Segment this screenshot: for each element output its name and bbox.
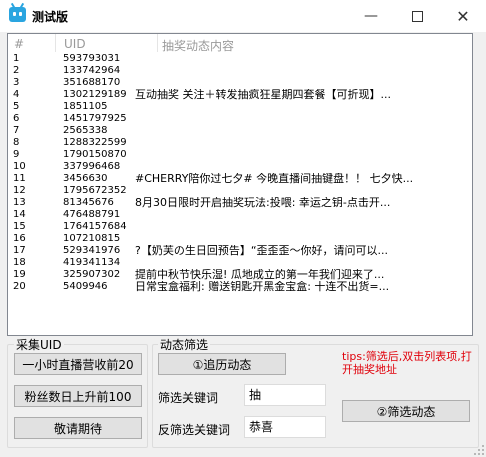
row-uid: 133742964 [63,65,121,76]
list-row[interactable]: 14 476488791 [8,209,472,221]
trace-dynamics-button[interactable]: ①追历动态 [158,353,286,375]
list-header: # UID 抽奖动态内容 [8,34,472,54]
close-icon: ✕ [456,6,470,26]
maximize-button[interactable] [394,0,440,32]
maximize-icon [411,10,423,22]
row-uid: 1288322599 [63,137,127,148]
row-uid: 2565338 [63,125,108,136]
row-index: 4 [13,89,20,100]
row-uid: 476488791 [63,209,121,220]
row-index: 9 [13,149,20,160]
list-row[interactable]: 8 1288322599 [8,137,472,149]
list-row[interactable]: 10 337996468 [8,161,472,173]
row-index: 17 [13,245,26,256]
list-row[interactable]: 12 1795672352 [8,185,472,197]
row-index: 8 [13,137,20,148]
row-index: 6 [13,113,20,124]
row-index: 16 [13,233,26,244]
row-uid: 3456630 [63,173,108,184]
bilibili-app-icon [9,7,26,22]
column-divider[interactable] [55,34,56,52]
list-row[interactable]: 9 1790150870 [8,149,472,161]
row-uid: 1851105 [63,101,108,112]
coming-soon-button[interactable]: 敬请期待 [14,417,142,439]
reverse-keyword-input[interactable]: 恭喜 [244,416,326,438]
minimize-icon: — [364,8,378,24]
row-index: 7 [13,125,20,136]
row-index: 5 [13,101,20,112]
filter-title: 动态筛选 [158,336,211,353]
row-content: 提前中秋节快乐湿! 瓜地成立的第一年我们迎来了... [135,269,385,281]
column-header-uid[interactable]: UID [64,37,86,51]
row-uid: 5409946 [63,281,108,292]
list-row[interactable]: 13 81345676 8月30日限时开启抽奖玩法:投喂: 幸运之钥-点击开... [8,197,472,209]
row-index: 1 [13,53,20,64]
row-content: 日常宝盒福利: 赠送钥匙开黑金宝盒: 十连不出货=... [135,281,390,293]
row-index: 3 [13,77,20,88]
row-content: 8月30日限时开启抽奖玩法:投喂: 幸运之钥-点击开... [135,197,391,209]
row-uid: 81345676 [63,197,114,208]
row-uid: 1302129189 [63,89,127,100]
list-row[interactable]: 11 3456630 #CHERRY陪你过七夕# 今晚直播间抽键盘！！ 七夕快... [8,173,472,185]
reverse-keyword-label: 反筛选关键词 [158,423,231,437]
fans-rising-button[interactable]: 粉丝数日上升前100 [14,385,142,407]
collect-uid-title: 采集UID [14,336,64,353]
lottery-list[interactable]: # UID 抽奖动态内容 1 593793031 2 133742964 3 351688… [7,33,473,336]
tips-text: tips:筛选后,双击列表项,打开抽奖地址 [342,350,472,376]
minimize-button[interactable]: — [348,0,394,32]
row-index: 19 [13,269,26,280]
row-index: 18 [13,257,26,268]
list-row[interactable]: 6 1451797925 [8,113,472,125]
row-uid: 1790150870 [63,149,127,160]
keyword-label: 筛选关键词 [158,391,219,405]
row-content: #CHERRY陪你过七夕# 今晚直播间抽键盘！！ 七夕快... [135,173,414,185]
top-revenue-button[interactable]: 一小时直播营收前20 [14,353,142,375]
row-index: 10 [13,161,26,172]
window-title: 测试版 [32,10,69,24]
row-uid: 593793031 [63,53,121,64]
row-uid: 325907302 [63,269,121,280]
column-divider[interactable] [157,34,158,52]
row-uid: 529341976 [63,245,121,256]
column-header-content[interactable]: 抽奖动态内容 [162,37,234,54]
row-uid: 107210815 [63,233,121,244]
column-header-index[interactable]: # [14,37,24,51]
row-uid: 1451797925 [63,113,127,124]
row-uid: 1764157684 [63,221,127,232]
row-index: 20 [13,281,26,292]
close-button[interactable]: ✕ [440,0,486,32]
filter-dynamics-button[interactable]: ②筛选动态 [342,400,470,422]
row-index: 12 [13,185,26,196]
list-row[interactable]: 3 351688170 [8,77,472,89]
row-uid: 1795672352 [63,185,127,196]
list-row[interactable]: 20 5409946 日常宝盒福利: 赠送钥匙开黑金宝盒: 十连不出货=... [8,281,472,293]
row-index: 2 [13,65,20,76]
list-row[interactable]: 15 1764157684 [8,221,472,233]
list-row[interactable]: 7 2565338 [8,125,472,137]
list-row[interactable]: 1 593793031 [8,53,472,65]
list-row[interactable]: 5 1851105 [8,101,472,113]
title-bar: 测试版 — ✕ [0,0,486,32]
row-index: 13 [13,197,26,208]
keyword-input[interactable]: 抽 [244,384,326,406]
list-row[interactable]: 17 529341976 ?【奶芙の生日回预告】“歪歪歪～你好，请问可以... [8,245,472,257]
list-row[interactable]: 2 133742964 [8,65,472,77]
row-uid: 337996468 [63,161,121,172]
row-index: 14 [13,209,26,220]
row-uid: 351688170 [63,77,121,88]
list-row[interactable]: 4 1302129189 互动抽奖 关注＋转发抽疯狂星期四套餐【可折现】... [8,89,472,101]
list-row[interactable]: 18 419341134 [8,257,472,269]
row-content: ?【奶芙の生日回预告】“歪歪歪～你好，请问可以... [135,245,389,257]
list-row[interactable]: 19 325907302 提前中秋节快乐湿! 瓜地成立的第一年我们迎来了... [8,269,472,281]
row-index: 15 [13,221,26,232]
list-row[interactable]: 16 107210815 [8,233,472,245]
row-index: 11 [13,173,26,184]
row-content: 互动抽奖 关注＋转发抽疯狂星期四套餐【可折现】... [135,89,391,101]
resize-grip-icon[interactable] [474,445,484,455]
row-uid: 419341134 [63,257,121,268]
